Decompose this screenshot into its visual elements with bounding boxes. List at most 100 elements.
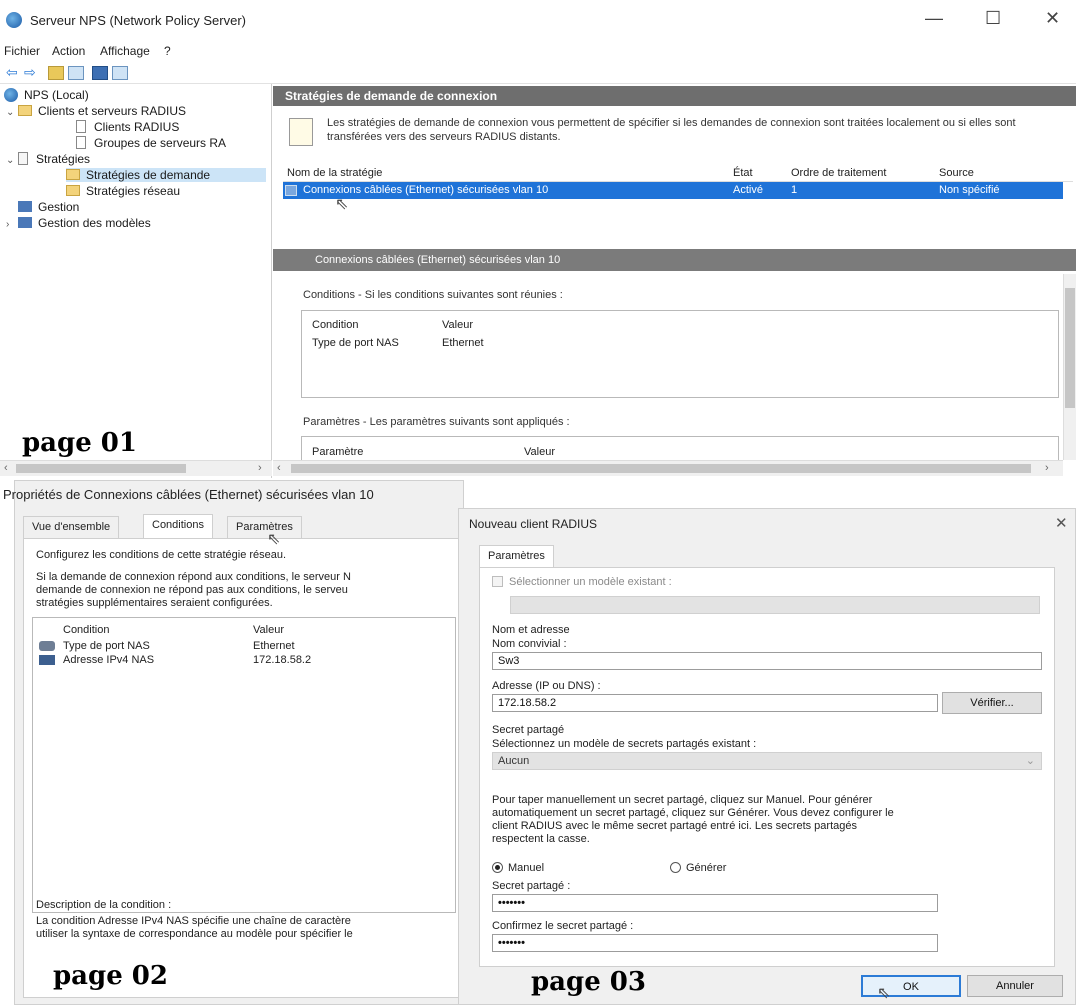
menu-help[interactable]: ? [164,44,171,58]
params-label: Paramètres - Les paramètres suivants son… [303,416,570,428]
radio-icon [670,862,681,873]
checkbox-icon [492,576,503,587]
manual-radio[interactable]: Manuel [492,862,544,875]
accounting-icon [18,201,32,212]
tab-conditions[interactable]: Conditions [143,514,213,538]
verify-button[interactable]: Vérifier... [942,692,1042,714]
scroll-left-icon[interactable]: ‹ [4,462,8,474]
page-label-02: page 02 [53,961,168,991]
back-arrow-icon[interactable]: ⇦ [6,64,22,80]
tree-item-gestion[interactable]: Gestion [18,200,79,214]
friendly-name-label: Nom convivial : [492,638,567,650]
condition-row-nas-port-type[interactable]: Type de port NAS Ethernet [39,640,449,654]
document-icon [289,118,313,146]
show-tree-icon[interactable] [68,66,84,80]
menu-affichage[interactable]: Affichage [100,44,150,58]
chevron-down-icon[interactable]: ⌄ [6,107,18,118]
params-box: Paramètre Valeur [301,436,1059,462]
ok-button[interactable]: OK [861,975,961,997]
dialog3-panel: Sélectionner un modèle existant : Nom et… [479,567,1055,967]
confirm-secret-input[interactable]: ••••••• [492,934,938,952]
close-icon[interactable]: ✕ [1055,514,1068,532]
generate-radio[interactable]: Générer [670,862,726,875]
up-folder-icon[interactable] [48,66,64,80]
scroll-thumb[interactable] [291,464,1031,473]
close-icon[interactable]: ✕ [1045,8,1060,29]
shared-secret-group: Secret partagé [492,724,565,736]
help-icon[interactable] [92,66,108,80]
tree-item-template-management[interactable]: › Gestion des modèles [6,216,151,230]
condition-value: Ethernet [442,337,484,349]
condition-row-nas-ipv4[interactable]: Adresse IPv4 NAS 172.18.58.2 [39,654,449,668]
detail-vertical-scrollbar[interactable] [1063,274,1076,460]
policy-order: 1 [791,184,798,196]
policy-properties-dialog: Propriétés de Connexions câblées (Ethern… [3,480,464,1005]
scroll-right-icon[interactable]: › [1045,462,1049,474]
column-order[interactable]: Ordre de traitement [791,167,886,179]
conditions-paragraph-line1: Si la demande de connexion répond aux co… [36,571,351,583]
conditions-label: Conditions - Si les conditions suivantes… [303,289,563,301]
template-checkbox[interactable]: Sélectionner un modèle existant : [492,576,672,589]
new-radius-client-dialog: Nouveau client RADIUS ✕ Paramètres Sélec… [458,508,1076,1005]
condition-description-line1: La condition Adresse IPv4 NAS spécifie u… [36,915,351,927]
chevron-down-icon[interactable]: ⌄ [1026,754,1035,767]
conditions-col-value: Valeur [442,319,473,331]
tree-item-radius-clients-servers[interactable]: ⌄ Clients et serveurs RADIUS [6,104,186,118]
tree-item-radius-server-groups[interactable]: Groupes de serveurs RA [76,136,226,150]
properties-icon[interactable] [112,66,128,80]
secret-help-line4: respectent la casse. [492,833,590,845]
tab-overview[interactable]: Vue d'ensemble [23,516,120,538]
list-icon [76,136,86,149]
tab-parametres[interactable]: Paramètres [479,545,554,569]
tree-item-strategies[interactable]: ⌄ Stratégies [6,152,90,166]
detail-horizontal-scrollbar[interactable]: ‹ › [273,460,1063,476]
shared-secret-input[interactable]: ••••••• [492,894,938,912]
conditions-paragraph-line2: demande de connexion ne répond pas aux c… [36,584,348,596]
nps-app-icon [6,12,22,28]
tree-item-connection-request-policies[interactable]: Stratégies de demande [66,168,266,182]
menu-action[interactable]: Action [52,44,85,58]
tree-horizontal-scrollbar[interactable]: ‹ › [0,460,272,476]
toolbar: ⇦ ⇨ [0,62,1076,84]
address-input[interactable]: 172.18.58.2 [492,694,938,712]
secret-help-line2: automatiquement un secret partagé, cliqu… [492,807,894,819]
scroll-left-icon[interactable]: ‹ [277,462,281,474]
policy-state: Activé [733,184,763,196]
column-state[interactable]: État [733,167,753,179]
cancel-button[interactable]: Annuler [967,975,1063,997]
minimize-icon[interactable]: — [925,8,943,29]
maximize-icon[interactable]: ☐ [985,8,1001,29]
templates-icon [18,217,32,228]
page-label-01: page 01 [22,428,137,458]
conditions-list: Condition Valeur Type de port NAS Ethern… [32,617,456,913]
console-tree: NPS (Local) ⌄ Clients et serveurs RADIUS … [0,84,272,478]
radio-selected-icon [492,862,503,873]
scroll-right-icon[interactable]: › [258,462,262,474]
params-col-parameter: Paramètre [312,446,364,458]
condition-description-label: Description de la condition : [36,899,172,911]
column-name[interactable]: Nom de la stratégie [287,167,382,179]
tree-item-network-policies[interactable]: Stratégies réseau [66,184,180,198]
tab-settings[interactable]: Paramètres [227,516,302,538]
nps-console-window: Serveur NPS (Network Policy Server) — ☐ … [0,0,1076,478]
folder-icon [18,105,32,116]
tree-item-radius-clients[interactable]: Clients RADIUS [76,120,179,134]
chevron-down-icon[interactable]: ⌄ [6,155,18,166]
menu-fichier[interactable]: Fichier [4,44,40,58]
secret-template-select[interactable]: Aucun ⌄ [492,752,1042,770]
friendly-name-input[interactable]: Sw3 [492,652,1042,670]
conditions-intro: Configurez les conditions de cette strat… [36,549,287,561]
chevron-right-icon[interactable]: › [6,219,18,230]
menu-bar: Fichier Action Affichage ? [0,42,1076,62]
scroll-thumb[interactable] [1065,288,1075,408]
shared-secret-label: Secret partagé : [492,880,571,892]
policy-row[interactable]: Connexions câblées (Ethernet) sécurisées… [283,182,1063,199]
tree-item-nps-local[interactable]: NPS (Local) [4,88,89,102]
forward-arrow-icon[interactable]: ⇨ [24,64,40,80]
dialog3-title: Nouveau client RADIUS [469,517,598,531]
results-pane: Stratégies de demande de connexion Les s… [273,84,1076,478]
scroll-thumb[interactable] [16,464,186,473]
column-source[interactable]: Source [939,167,974,179]
condition-name: Type de port NAS [312,337,399,349]
conditions-tab-panel: Configurez les conditions de cette strat… [23,538,463,998]
